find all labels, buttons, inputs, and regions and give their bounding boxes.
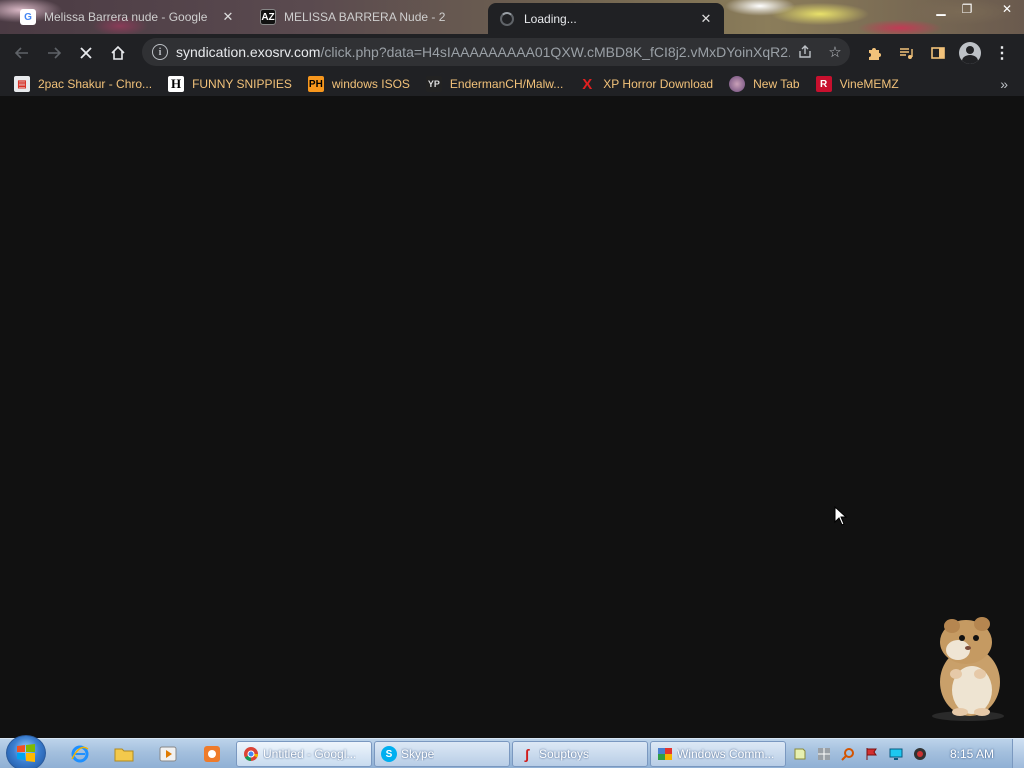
media-player-icon[interactable]	[154, 742, 182, 766]
ph-icon: PH	[307, 76, 324, 92]
site-info-icon[interactable]: i	[152, 44, 168, 60]
r-icon: R	[815, 76, 832, 92]
bookmark-star-icon[interactable]: ☆	[820, 43, 850, 61]
tab-close-icon[interactable]: ✕	[698, 11, 714, 27]
task-label: Untitled - Googl...	[263, 747, 357, 761]
extensions-puzzle-icon[interactable]	[858, 37, 890, 69]
forward-icon[interactable]	[38, 37, 70, 69]
tray-search-icon[interactable]	[838, 746, 858, 762]
tray-grid-icon[interactable]	[814, 746, 834, 762]
side-panel-icon[interactable]	[922, 37, 954, 69]
loading-spinner-icon	[500, 11, 514, 26]
tray-volume-icon[interactable]	[910, 746, 930, 762]
task-windows-comm[interactable]: Windows Comm...	[650, 741, 786, 767]
media-playlist-icon[interactable]	[890, 37, 922, 69]
task-chrome[interactable]: Untitled - Googl...	[236, 741, 372, 767]
x-icon: X	[582, 75, 593, 93]
system-tray	[790, 743, 934, 765]
globe-icon	[729, 76, 746, 92]
clock[interactable]: 8:15 AM	[950, 747, 994, 761]
tab-google-search[interactable]: G Melissa Barrera nude - Google ✕	[10, 3, 246, 31]
minimize-icon[interactable]: ▁	[928, 0, 954, 18]
windows-logo-icon	[17, 744, 35, 762]
window-controls: ▁ ❐ ✕	[928, 0, 1020, 18]
bookmark-windows-isos[interactable]: PH windows ISOS	[307, 76, 410, 92]
restore-icon[interactable]: ❐	[954, 0, 980, 18]
task-label: Windows Comm...	[677, 747, 775, 761]
profile-avatar-icon[interactable]	[959, 42, 981, 64]
yp-icon: YP	[425, 76, 442, 92]
chrome-icon	[243, 746, 259, 762]
app-orange-icon[interactable]	[198, 742, 226, 766]
bookmark-xp-horror[interactable]: X XP Horror Download	[579, 75, 714, 93]
bookmark-vinememz[interactable]: R VineMEMZ	[815, 76, 899, 92]
windows-taskbar: Untitled - Googl... S Skype ʃ Souptoys W…	[0, 735, 1024, 768]
bookmark-label: New Tab	[753, 77, 800, 91]
task-label: Skype	[401, 747, 435, 761]
bookmark-label: XP Horror Download	[603, 77, 714, 91]
address-bar[interactable]: i syndication.exosrv.com/click.php?data=…	[142, 38, 850, 66]
tab-loading[interactable]: Loading... ✕	[488, 3, 724, 34]
page-content	[0, 96, 1024, 738]
bookmark-funny-snippies[interactable]: H FUNNY SNIPPIES	[168, 76, 292, 92]
mouse-cursor-icon	[834, 506, 848, 526]
tab-close-icon[interactable]: ✕	[220, 9, 236, 25]
bookmark-2pac[interactable]: ▤ 2pac Shakur - Chro...	[14, 76, 152, 92]
file-explorer-icon[interactable]	[110, 742, 138, 766]
home-icon[interactable]	[102, 37, 134, 69]
window-close-icon[interactable]: ✕	[994, 0, 1020, 18]
skype-icon: S	[381, 746, 397, 762]
bookmark-label: 2pac Shakur - Chro...	[38, 77, 153, 91]
stop-loading-icon[interactable]	[70, 37, 102, 69]
back-icon[interactable]	[6, 37, 38, 69]
bookmark-label: FUNNY SNIPPIES	[192, 77, 292, 91]
task-skype[interactable]: S Skype	[374, 741, 510, 767]
bookmark-label: VineMEMZ	[839, 77, 899, 91]
toolbar-right: ⋮	[858, 34, 1018, 72]
tray-note-icon[interactable]	[790, 746, 810, 762]
bookmark-new-tab[interactable]: New Tab	[729, 76, 800, 92]
bookmark-endermanch[interactable]: YP EndermanCH/Malw...	[425, 76, 564, 92]
url-host: syndication.exosrv.com	[176, 44, 321, 60]
az-icon: AZ	[260, 9, 276, 25]
desktop-screen: G Melissa Barrera nude - Google ✕ AZ MEL…	[0, 0, 1024, 768]
bookmark-label: EndermanCH/Malw...	[449, 77, 564, 91]
internet-explorer-icon[interactable]	[66, 742, 94, 766]
tab-title: Melissa Barrera nude - Google	[44, 10, 208, 24]
start-button[interactable]	[6, 735, 46, 768]
show-desktop-button[interactable]	[1012, 739, 1024, 768]
url-path: /click.php?data=H4sIAAAAAAAAA01QXW.cMBD8…	[320, 44, 790, 60]
bookmarks-overflow-icon[interactable]: »	[1000, 76, 1008, 92]
task-label: Souptoys	[539, 747, 590, 761]
bookmarks-bar: ▤ 2pac Shakur - Chro... H FUNNY SNIPPIES…	[0, 72, 1024, 96]
tab-title: Loading...	[524, 11, 577, 26]
souptoys-icon: ʃ	[524, 746, 530, 762]
tray-flag-icon[interactable]	[862, 746, 882, 762]
windows-comm-icon	[657, 746, 673, 762]
menu-kebab-icon[interactable]: ⋮	[986, 37, 1018, 69]
bookmark-label: windows ISOS	[331, 77, 410, 91]
google-icon: G	[20, 9, 36, 25]
tab-title: MELISSA BARRERA Nude - 2	[284, 10, 446, 24]
url-text[interactable]: syndication.exosrv.com/click.php?data=H4…	[176, 44, 790, 60]
hamster-buddy-icon[interactable]	[922, 612, 1012, 722]
tab-strip: G Melissa Barrera nude - Google ✕ AZ MEL…	[0, 0, 1024, 34]
task-souptoys[interactable]: ʃ Souptoys	[512, 741, 648, 767]
tray-monitor-icon[interactable]	[886, 746, 906, 762]
h-icon: H	[168, 76, 185, 92]
share-icon[interactable]	[790, 44, 820, 60]
tab-az[interactable]: AZ MELISSA BARRERA Nude - 2	[250, 3, 478, 31]
chrome-store-icon: ▤	[14, 76, 30, 92]
